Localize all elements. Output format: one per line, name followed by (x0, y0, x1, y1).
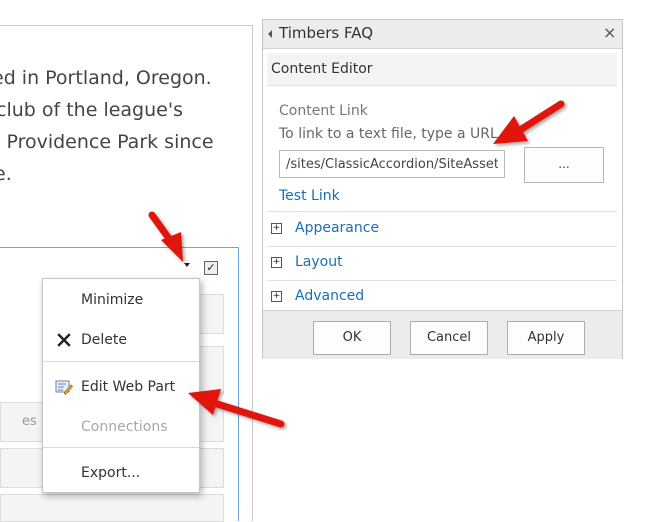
menu-separator (43, 447, 199, 448)
ok-button[interactable]: OK (313, 321, 391, 355)
page-text-line: e. (0, 163, 12, 185)
page-text-line: club of the league's (0, 99, 183, 121)
content-link-label: Content Link (279, 103, 368, 119)
menu-item-label: Delete (81, 332, 127, 348)
browse-button[interactable]: ... (524, 147, 604, 183)
tool-pane-footer: OK Cancel Apply (263, 310, 622, 359)
expand-plus-icon[interactable]: + (271, 257, 282, 268)
expand-plus-icon[interactable]: + (271, 291, 282, 302)
menu-item-delete[interactable]: Delete (43, 325, 199, 355)
menu-item-edit-web-part[interactable]: Edit Web Part (43, 372, 199, 402)
close-button[interactable]: × (603, 23, 616, 42)
menu-item-minimize[interactable]: Minimize (43, 285, 199, 315)
menu-item-label: Edit Web Part (81, 379, 176, 395)
section-appearance[interactable]: + Appearance (267, 213, 617, 246)
menu-item-label: Minimize (81, 292, 144, 308)
web-part-menu-dropdown-icon[interactable] (184, 263, 190, 267)
menu-item-label: Export... (81, 465, 141, 481)
menu-item-connections: Connections (43, 412, 199, 442)
tool-pane-title: Timbers FAQ (279, 24, 374, 42)
section-label[interactable]: Layout (295, 254, 343, 270)
web-part-select-checkbox[interactable]: ✓ (204, 261, 218, 275)
edit-web-part-icon (55, 380, 73, 395)
page-text-line: ed in Portland, Oregon. (0, 67, 212, 89)
apply-button[interactable]: Apply (507, 321, 585, 355)
menu-item-export[interactable]: Export... (43, 458, 199, 488)
collapse-arrow-icon[interactable] (268, 30, 272, 38)
section-layout[interactable]: + Layout (267, 247, 617, 280)
cancel-button[interactable]: Cancel (410, 321, 488, 355)
web-part-context-menu: Minimize Delete Edit Web Part Connection… (42, 278, 200, 493)
content-link-input[interactable] (279, 150, 505, 178)
section-label[interactable]: Advanced (295, 288, 364, 304)
test-link[interactable]: Test Link (279, 188, 340, 204)
web-part-tool-pane: Timbers FAQ × Content Editor Content Lin… (262, 19, 623, 359)
tool-pane-header: Timbers FAQ × (263, 20, 622, 49)
menu-item-label: Connections (81, 419, 168, 435)
close-x-icon (57, 333, 71, 347)
section-divider (267, 211, 617, 212)
content-editor-section-title: Content Editor (267, 53, 617, 86)
menu-separator (43, 361, 199, 362)
background-panel (0, 494, 224, 522)
expand-plus-icon[interactable]: + (271, 223, 282, 234)
background-partial-label: es (22, 414, 37, 429)
content-link-hint: To link to a text file, type a URL. (279, 126, 503, 142)
section-label[interactable]: Appearance (295, 220, 379, 236)
page-text-line: : Providence Park since (0, 131, 214, 153)
page-body-text: ed in Portland, Oregon. club of the leag… (0, 62, 252, 190)
